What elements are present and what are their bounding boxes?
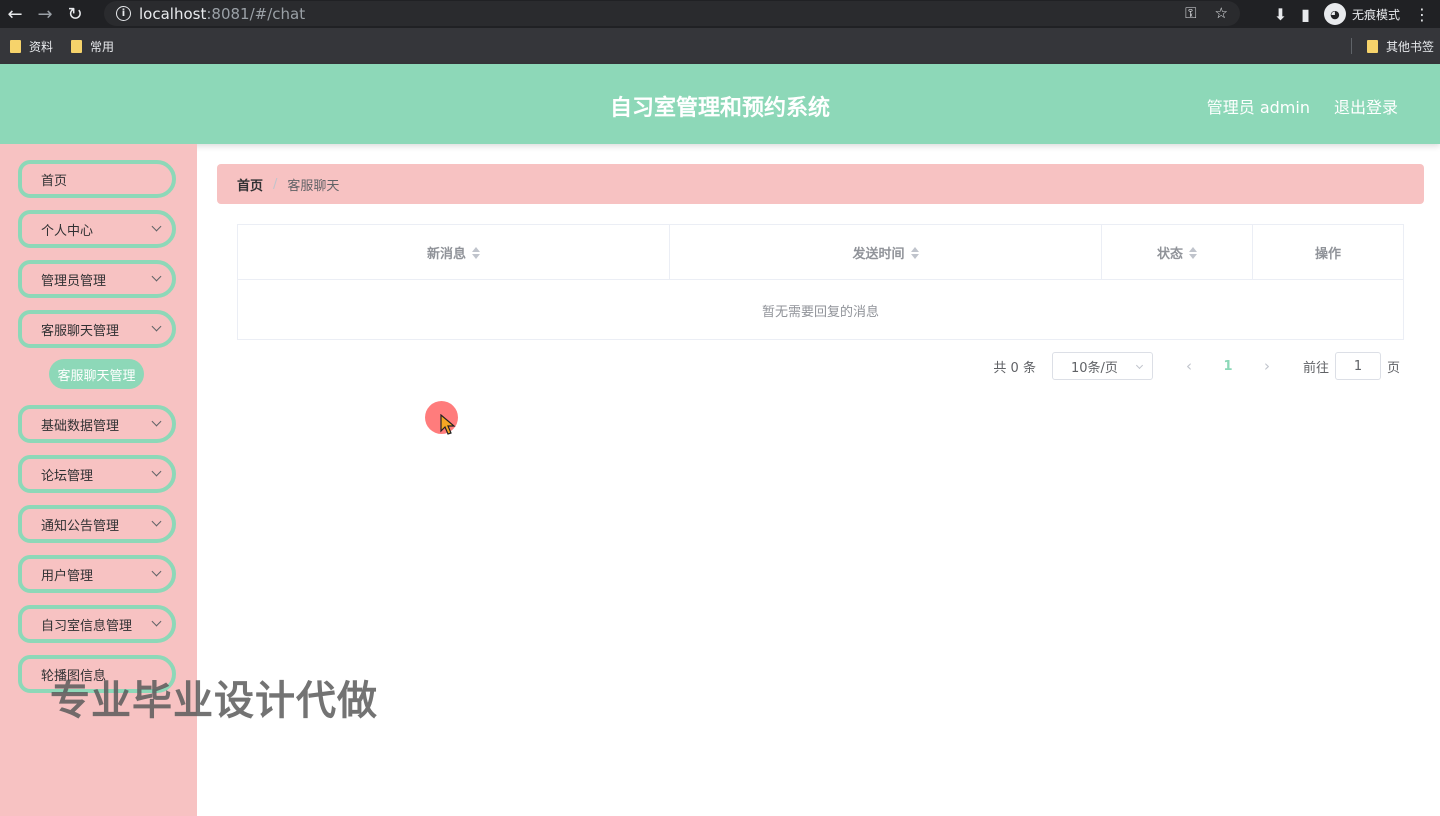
sidebar-item-profile[interactable]: 个人中心: [18, 210, 176, 248]
bookmarks-bar: 资料 常用 其他书签: [0, 28, 1440, 64]
watermark-text: 专业毕业设计代做: [50, 678, 378, 724]
url-host: localhost: [139, 4, 207, 23]
info-icon[interactable]: i: [116, 6, 131, 21]
sidebar-item-notices[interactable]: 通知公告管理: [18, 505, 176, 543]
sort-icon[interactable]: [910, 246, 919, 259]
chevron-down-icon: [151, 271, 162, 282]
logout-link[interactable]: 退出登录: [1334, 94, 1398, 118]
reload-icon[interactable]: ↻: [60, 0, 90, 28]
sidebar-item-forum[interactable]: 论坛管理: [18, 455, 176, 493]
folder-icon: [10, 39, 21, 53]
folder-icon: [1366, 39, 1378, 53]
prev-page-icon[interactable]: ‹: [1175, 357, 1203, 375]
breadcrumb-separator: /: [273, 176, 278, 192]
address-bar[interactable]: i localhost:8081/#/chat ⚿ ☆: [104, 1, 1240, 26]
other-bookmarks[interactable]: 其他书签: [1366, 28, 1434, 64]
goto-page: 前往 1 页: [1303, 352, 1400, 380]
sidebar-item-home[interactable]: 首页: [18, 160, 176, 198]
mouse-cursor-icon: [440, 414, 456, 435]
pagination-total: 共 0 条: [993, 360, 1036, 376]
key-icon[interactable]: ⚿: [1185, 4, 1196, 22]
folder-icon: [71, 39, 83, 53]
incognito-label: 无痕模式: [1351, 7, 1400, 22]
app-header: 自习室管理和预约系统 管理员 admin 退出登录: [0, 64, 1440, 144]
chevron-down-icon: [151, 566, 162, 577]
incognito-icon: ◕: [1323, 3, 1346, 25]
column-header-actions: 操作: [1314, 247, 1341, 262]
incognito-indicator[interactable]: ◕ 无痕模式: [1323, 3, 1400, 25]
chevron-down-icon: [151, 416, 162, 427]
next-page-icon[interactable]: ›: [1253, 357, 1281, 375]
breadcrumb: 首页 / 客服聊天: [217, 164, 1424, 204]
sidebar-item-base-data[interactable]: 基础数据管理: [18, 405, 176, 443]
menu-kebab-icon[interactable]: ⋮: [1414, 5, 1430, 24]
pagination: 共 0 条 10条/页 ‹ 1 › 前往 1 页: [993, 352, 1400, 380]
column-header-new-message[interactable]: 新消息: [238, 225, 670, 280]
url-path: :8081/#/chat: [206, 4, 306, 23]
breadcrumb-current: 客服聊天: [287, 178, 340, 194]
star-icon[interactable]: ☆: [1215, 4, 1228, 22]
goto-page-input[interactable]: 1: [1334, 352, 1381, 380]
table-header: 新消息 发送时间 状态 操作: [238, 225, 1403, 280]
sidebar-subitem-chat-management[interactable]: 客服聊天管理: [49, 359, 144, 389]
browser-toolbar: ← → ↻ i localhost:8081/#/chat ⚿ ☆ ⬇ ▮ ◕ …: [0, 0, 1440, 28]
table-empty-text: 暂无需要回复的消息: [761, 304, 879, 320]
forward-icon[interactable]: →: [30, 0, 60, 28]
sort-icon[interactable]: [472, 246, 480, 259]
sidebar-item-rooms[interactable]: 自习室信息管理: [18, 605, 176, 643]
breadcrumb-home[interactable]: 首页: [237, 175, 263, 194]
side-panel-icon[interactable]: ▮: [1301, 5, 1310, 24]
back-icon[interactable]: ←: [0, 0, 30, 28]
sidebar-item-users[interactable]: 用户管理: [18, 555, 176, 593]
bookmark-folder[interactable]: 资料: [10, 38, 53, 55]
current-user: 管理员 admin: [1206, 98, 1310, 117]
messages-table: 新消息 发送时间 状态 操作 暂无需要回复的消息: [237, 224, 1404, 340]
bookmark-divider: [1351, 38, 1352, 54]
sidebar-item-chat[interactable]: 客服聊天管理: [18, 310, 176, 348]
column-header-send-time[interactable]: 发送时间: [670, 225, 1102, 280]
chevron-down-icon: [151, 616, 162, 627]
column-header-status[interactable]: 状态: [1102, 225, 1253, 280]
sort-icon[interactable]: [1189, 246, 1197, 259]
sidebar-item-admins[interactable]: 管理员管理: [18, 260, 176, 298]
chevron-down-icon: [151, 516, 162, 527]
chevron-down-icon: [1135, 361, 1144, 370]
bookmark-folder[interactable]: 常用: [71, 38, 114, 55]
download-icon[interactable]: ⬇: [1274, 5, 1287, 24]
chevron-down-icon: [151, 321, 162, 332]
page-size-select[interactable]: 10条/页: [1051, 352, 1153, 380]
page-number[interactable]: 1: [1203, 359, 1253, 374]
chevron-down-icon: [151, 466, 162, 477]
chevron-down-icon: [151, 221, 162, 232]
